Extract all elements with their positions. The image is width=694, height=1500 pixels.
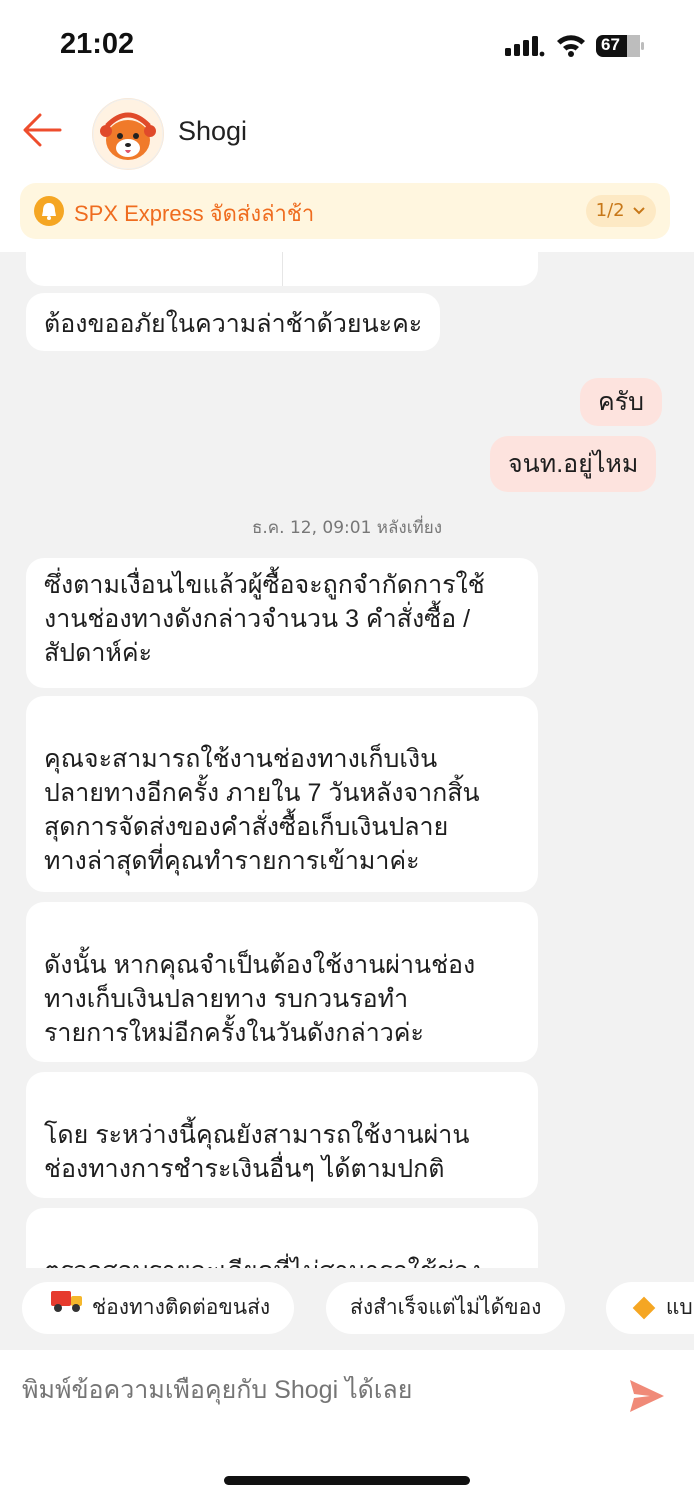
banner-text: SPX Express จัดส่งล่าช้า <box>74 201 315 226</box>
bell-icon <box>34 196 64 226</box>
status-bar: 21:02 67 <box>0 26 694 66</box>
diamond-icon <box>632 1297 656 1320</box>
shop-avatar[interactable] <box>92 98 164 170</box>
message-bubble: โดย ระหว่างนี้คุณยังสามารถใช้งานผ่าน ช่อ… <box>26 1072 538 1198</box>
battery-level: 67 <box>601 35 620 54</box>
send-icon[interactable] <box>626 1376 666 1416</box>
message-bubble: ดังนั้น หากคุณจำเป็นต้องใช้งานผ่านช่อง ท… <box>26 902 538 1062</box>
message-text: คุณจะสามารถใช้งานช่องทางเก็บเงิน ปลายทาง… <box>44 745 480 875</box>
message-text: ซึ่งตามเงื่อนไขแล้วผู้ซื้อจะถูกจำกัดการใ… <box>44 571 485 667</box>
message-text: ต้องขออภัยในความล่าช้าด้วยนะคะ <box>44 310 423 338</box>
banner-pager[interactable]: 1/2 <box>586 195 656 227</box>
quick-reply-label: แบ <box>665 1296 693 1319</box>
message-bubble-partial <box>26 252 538 286</box>
quick-reply-partial[interactable]: แบ <box>606 1282 694 1334</box>
banner-count: 1/2 <box>595 200 625 221</box>
quick-reply-label: ช่องทางติดต่อขนส่ง <box>91 1296 271 1319</box>
back-arrow-icon[interactable] <box>20 110 64 150</box>
top-section: 21:02 67 Shogi SPX Express จัดส่งล่าช้า … <box>0 0 694 252</box>
home-indicator[interactable] <box>224 1476 470 1485</box>
message-composer <box>0 1350 694 1440</box>
chat-header: Shogi <box>0 96 694 172</box>
message-input[interactable] <box>22 1376 602 1405</box>
shop-name[interactable]: Shogi <box>178 116 247 147</box>
wifi-icon <box>557 35 585 57</box>
message-text: ตรวจสอบรายละเอียดที่ไม่สามารถใช้ช่อง <box>44 1257 481 1268</box>
quick-replies: ช่องทางติดต่อขนส่ง ส่งสำเร็จแต่ไม่ได้ของ… <box>0 1278 694 1338</box>
my-message-bubble: ครับ <box>580 378 663 426</box>
quick-reply-label: ส่งสำเร็จแต่ไม่ได้ของ <box>350 1296 542 1319</box>
message-bubble: ซึ่งตามเงื่อนไขแล้วผู้ซื้อจะถูกจำกัดการใ… <box>26 558 538 688</box>
truck-icon <box>50 1282 84 1334</box>
quick-reply-contact-carrier[interactable]: ช่องทางติดต่อขนส่ง <box>22 1282 295 1334</box>
message-bubble: ตรวจสอบรายละเอียดที่ไม่สามารถใช้ช่อง <box>26 1208 538 1268</box>
message-bubble: คุณจะสามารถใช้งานช่องทางเก็บเงิน ปลายทาง… <box>26 696 538 892</box>
shipping-alert-banner[interactable]: SPX Express จัดส่งล่าช้า 1/2 <box>20 183 670 239</box>
quick-reply-delivered-not-received[interactable]: ส่งสำเร็จแต่ไม่ได้ของ <box>326 1282 566 1334</box>
message-text: จนท.อยู่ไหม <box>508 450 639 478</box>
my-message-bubble: จนท.อยู่ไหม <box>490 436 657 492</box>
chat-area[interactable]: ต้องขออภัยในความล่าช้าด้วยนะคะ ครับ จนท.… <box>0 252 694 1268</box>
cellular-signal-icon <box>505 36 545 57</box>
message-text: โดย ระหว่างนี้คุณยังสามารถใช้งานผ่าน ช่อ… <box>44 1121 470 1183</box>
status-time: 21:02 <box>60 28 135 60</box>
battery-icon: 67 <box>596 34 646 58</box>
message-timestamp: ธ.ค. 12, 09:01 หลังเที่ยง <box>252 518 442 538</box>
message-text: ครับ <box>598 388 645 416</box>
message-bubble: ต้องขออภัยในความล่าช้าด้วยนะคะ <box>26 293 441 351</box>
home-indicator-area <box>0 1440 694 1500</box>
chevron-down-icon <box>633 207 646 215</box>
message-text: ดังนั้น หากคุณจำเป็นต้องใช้งานผ่านช่อง ท… <box>44 951 476 1047</box>
